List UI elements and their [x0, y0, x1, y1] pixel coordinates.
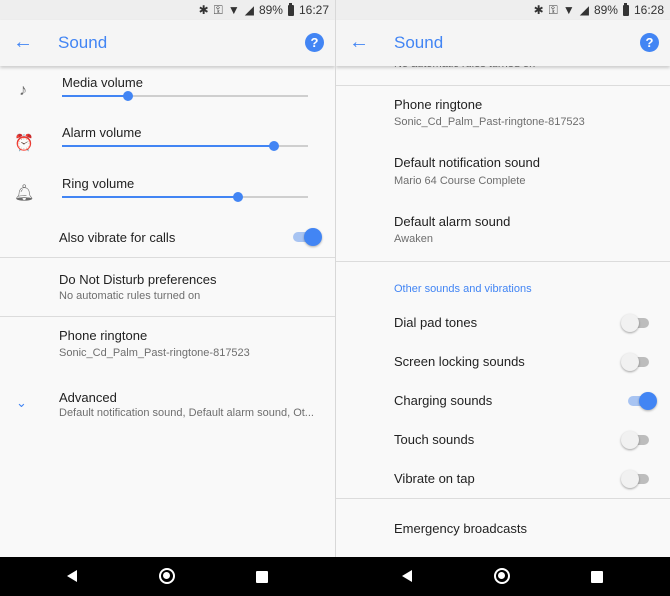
- notification-subtitle: Mario 64 Course Complete: [394, 175, 526, 187]
- divider: [336, 498, 670, 499]
- dnd-title: Do Not Disturb preferences: [59, 272, 217, 287]
- vibrate-for-calls-switch[interactable]: [291, 228, 322, 246]
- alarm-title: Default alarm sound: [394, 214, 511, 229]
- wifi-icon: ▼: [562, 3, 575, 17]
- help-icon[interactable]: ?: [640, 33, 659, 52]
- advanced-subtitle: Default notification sound, Default alar…: [59, 407, 314, 419]
- divider: [0, 316, 335, 317]
- bluetooth-icon: ✱: [198, 3, 209, 17]
- back-arrow-icon[interactable]: ←: [13, 32, 33, 52]
- touch-sounds-switch[interactable]: [621, 431, 651, 449]
- alarm-subtitle: Awaken: [394, 233, 433, 245]
- nav-back-icon[interactable]: [67, 570, 77, 582]
- battery-percent: 89%: [258, 3, 283, 17]
- switch-knob: [621, 353, 639, 371]
- page-title: Sound: [58, 33, 108, 52]
- charging-sounds-switch[interactable]: [626, 392, 657, 410]
- switch-knob: [304, 228, 322, 246]
- key-icon: ⚿: [548, 2, 558, 17]
- help-icon[interactable]: ?: [305, 33, 324, 52]
- toggle-label: Dial pad tones: [394, 315, 478, 330]
- toggle-label: Touch sounds: [394, 432, 475, 447]
- slider-thumb[interactable]: [123, 91, 134, 101]
- alarm-volume-slider[interactable]: Alarm volume: [62, 125, 308, 151]
- toggle-label: Charging sounds: [394, 393, 493, 408]
- signal-icon: ◢: [579, 3, 589, 17]
- divider: [0, 257, 335, 258]
- switch-knob: [621, 470, 639, 488]
- status-bar: ✱ ⚿ ▼ ◢ 89% 16:27: [0, 0, 335, 20]
- back-arrow-icon[interactable]: ←: [349, 32, 369, 52]
- emergency-broadcasts-title: Emergency broadcasts: [394, 521, 527, 536]
- sound-settings-screen-left: ✱ ⚿ ▼ ◢ 89% 16:27 ← Sound ? ♪ Media volu…: [0, 0, 335, 557]
- clock: 16:28: [633, 3, 664, 17]
- settings-list: No automatic rules turned on Phone ringt…: [336, 58, 670, 557]
- settings-list: ♪ Media volume ⏰ Alarm volume 🔔︎ Ring vo…: [0, 66, 335, 557]
- slider-track[interactable]: [62, 91, 308, 101]
- chevron-down-icon[interactable]: ⌄: [16, 395, 27, 411]
- app-bar: ← Sound ?: [336, 20, 670, 66]
- ringtone-subtitle: Sonic_Cd_Palm_Past-ringtone-817523: [59, 347, 250, 359]
- app-bar: ← Sound ?: [0, 20, 335, 66]
- switch-knob: [621, 314, 639, 332]
- advanced-title: Advanced: [59, 390, 117, 405]
- ringtone-title: Phone ringtone: [59, 328, 148, 343]
- divider: [336, 85, 670, 86]
- slider-fill: [62, 196, 238, 198]
- slider-label: Ring volume: [62, 176, 135, 191]
- slider-label: Alarm volume: [62, 125, 142, 140]
- alarm-clock-icon: ⏰: [14, 135, 34, 152]
- battery-icon: [287, 2, 294, 16]
- slider-track[interactable]: [62, 192, 308, 202]
- bell-icon: 🔔︎: [14, 185, 35, 202]
- sound-settings-screen-right: ✱ ⚿ ▼ ◢ 89% 16:28 ← Sound ? No automatic…: [335, 0, 670, 557]
- divider: [336, 261, 670, 262]
- vibrate-for-calls-label: Also vibrate for calls: [59, 230, 176, 245]
- battery-icon: [622, 2, 629, 16]
- nav-recents-icon[interactable]: [256, 571, 268, 583]
- ringtone-subtitle: Sonic_Cd_Palm_Past-ringtone-817523: [394, 116, 585, 128]
- music-note-icon: ♪: [19, 82, 27, 99]
- media-volume-slider[interactable]: Media volume: [62, 75, 308, 101]
- toggle-label: Screen locking sounds: [394, 354, 525, 369]
- nav-back-icon[interactable]: [402, 570, 412, 582]
- slider-thumb[interactable]: [268, 141, 279, 151]
- slider-thumb[interactable]: [232, 192, 243, 202]
- key-icon: ⚿: [213, 2, 223, 17]
- slider-track[interactable]: [62, 141, 308, 151]
- screen-locking-sounds-switch[interactable]: [621, 353, 651, 371]
- section-header: Other sounds and vibrations: [394, 283, 532, 295]
- nav-home-icon[interactable]: [494, 568, 510, 584]
- switch-knob: [621, 431, 639, 449]
- dnd-subtitle: No automatic rules turned on: [59, 290, 201, 302]
- vibrate-on-tap-switch[interactable]: [621, 470, 651, 488]
- signal-icon: ◢: [244, 3, 254, 17]
- toggle-label: Vibrate on tap: [394, 471, 475, 486]
- wifi-icon: ▼: [227, 3, 240, 17]
- bluetooth-icon: ✱: [533, 3, 544, 17]
- notification-title: Default notification sound: [394, 155, 540, 170]
- switch-knob: [639, 392, 657, 410]
- slider-fill: [62, 95, 129, 97]
- slider-label: Media volume: [62, 75, 143, 90]
- ringtone-title: Phone ringtone: [394, 97, 483, 112]
- nav-recents-icon[interactable]: [591, 571, 603, 583]
- battery-percent: 89%: [593, 3, 618, 17]
- dial-pad-tones-switch[interactable]: [621, 314, 651, 332]
- nav-home-icon[interactable]: [159, 568, 175, 584]
- navigation-bar: [0, 557, 670, 596]
- clock: 16:27: [298, 3, 329, 17]
- page-title: Sound: [394, 33, 444, 52]
- ring-volume-slider[interactable]: Ring volume: [62, 176, 308, 202]
- status-bar: ✱ ⚿ ▼ ◢ 89% 16:28: [336, 0, 670, 20]
- slider-fill: [62, 145, 274, 147]
